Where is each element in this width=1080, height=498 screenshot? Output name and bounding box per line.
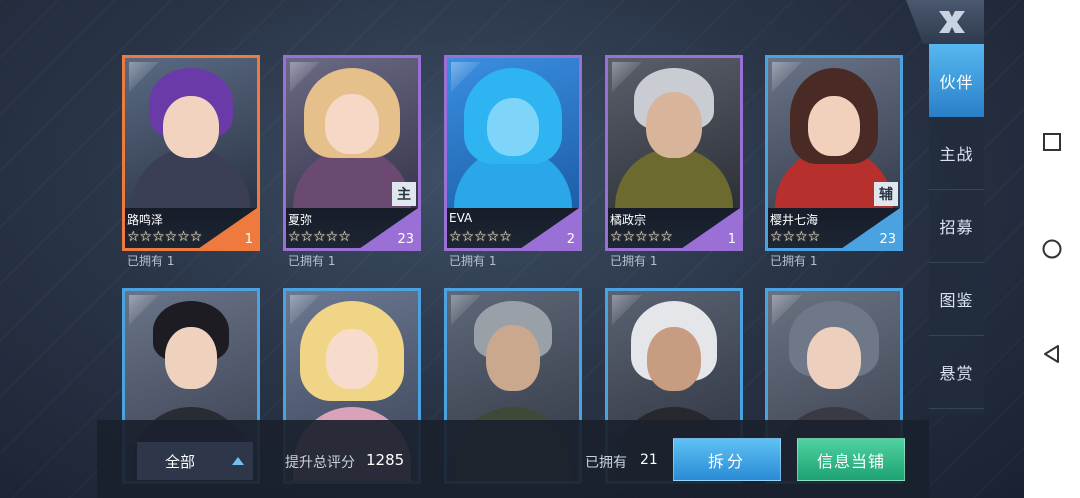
owned-count: 已拥有 1 — [770, 254, 818, 268]
partner-card-xiami[interactable]: 主 夏弥 ☆☆☆☆☆ 23 — [283, 55, 421, 251]
partner-level: 23 — [879, 232, 896, 247]
owned-total-label: 已拥有 — [585, 455, 627, 471]
partner-level: 2 — [566, 232, 575, 247]
tab-bounty[interactable]: 悬赏 — [929, 336, 984, 409]
owned-count: 已拥有 1 — [127, 254, 175, 268]
owned-total-value: 21 — [640, 452, 658, 468]
star-rating: ☆☆☆☆☆ — [610, 229, 673, 245]
card-info-strip: 夏弥 ☆☆☆☆☆ 23 — [286, 208, 418, 248]
split-button[interactable]: 拆分 — [673, 438, 781, 481]
filter-toggle[interactable] — [223, 442, 253, 480]
owned-count: 已拥有 1 — [288, 254, 336, 268]
partner-level: 1 — [244, 232, 253, 247]
partner-level: 23 — [397, 232, 414, 247]
star-rating: ☆☆☆☆☆ — [288, 229, 351, 245]
close-x-icon — [939, 11, 965, 33]
partner-name: 橘政宗 — [610, 213, 647, 227]
score-label: 提升总评分 — [285, 455, 355, 471]
filter-label: 全部 — [164, 452, 195, 471]
partner-screen: 路鸣泽 ☆☆☆☆☆☆ 1 已拥有 1 主 夏弥 ☆☆☆☆☆ 23 已拥有 1 E… — [0, 0, 1024, 498]
close-button[interactable] — [906, 0, 984, 44]
partner-card-eva[interactable]: EVA ☆☆☆☆☆ 2 — [444, 55, 582, 251]
partner-level: 1 — [727, 232, 736, 247]
card-info-strip: 樱井七海 ☆☆☆☆ 23 — [768, 208, 900, 248]
tab-codex[interactable]: 图鉴 — [929, 263, 984, 336]
partner-name: EVA — [449, 211, 473, 225]
partner-portrait — [608, 58, 740, 208]
card-info-strip: 路鸣泽 ☆☆☆☆☆☆ 1 — [125, 208, 257, 248]
card-info-strip: 橘政宗 ☆☆☆☆☆ 1 — [608, 208, 740, 248]
tab-partner[interactable]: 伙伴 — [929, 44, 984, 117]
partner-card-sakurai[interactable]: 辅 樱井七海 ☆☆☆☆ 23 — [765, 55, 903, 251]
score-value: 1285 — [366, 451, 405, 469]
card-info-strip: EVA ☆☆☆☆☆ 2 — [447, 208, 579, 248]
owned-count: 已拥有 1 — [449, 254, 497, 268]
star-rating: ☆☆☆☆☆☆ — [127, 229, 203, 245]
filter-dropdown[interactable]: 全部 — [137, 442, 253, 480]
tab-recruit[interactable]: 招募 — [929, 190, 984, 263]
home-button[interactable] — [1041, 238, 1063, 260]
partner-portrait — [125, 58, 257, 208]
support-badge: 辅 — [874, 182, 898, 206]
star-rating: ☆☆☆☆ — [770, 229, 821, 245]
nav-back-triangle-icon — [1044, 345, 1059, 363]
partner-portrait — [447, 58, 579, 208]
side-tab-bar: 伙伴 主战 招募 图鉴 悬赏 — [929, 44, 984, 414]
main-battle-badge: 主 — [392, 182, 416, 206]
bottom-bar: 全部 提升总评分 1285 已拥有 21 拆分 信息当铺 — [97, 420, 929, 498]
back-button[interactable] — [1041, 343, 1063, 365]
info-pawnshop-button[interactable]: 信息当铺 — [797, 438, 905, 481]
system-nav-bar — [1024, 0, 1080, 498]
partner-card-tachibana[interactable]: 橘政宗 ☆☆☆☆☆ 1 — [605, 55, 743, 251]
partner-name: 路鸣泽 — [127, 213, 164, 227]
partner-card-lumingze[interactable]: 路鸣泽 ☆☆☆☆☆☆ 1 — [122, 55, 260, 251]
tab-main-battle[interactable]: 主战 — [929, 117, 984, 190]
partner-name: 夏弥 — [288, 213, 313, 227]
partner-name: 樱井七海 — [770, 213, 819, 227]
nav-square-icon — [1043, 133, 1061, 151]
filter-up-arrow-icon — [232, 457, 244, 465]
recents-button[interactable] — [1041, 131, 1063, 153]
star-rating: ☆☆☆☆☆ — [449, 229, 512, 245]
nav-circle-icon — [1042, 239, 1062, 259]
owned-count: 已拥有 1 — [610, 254, 658, 268]
